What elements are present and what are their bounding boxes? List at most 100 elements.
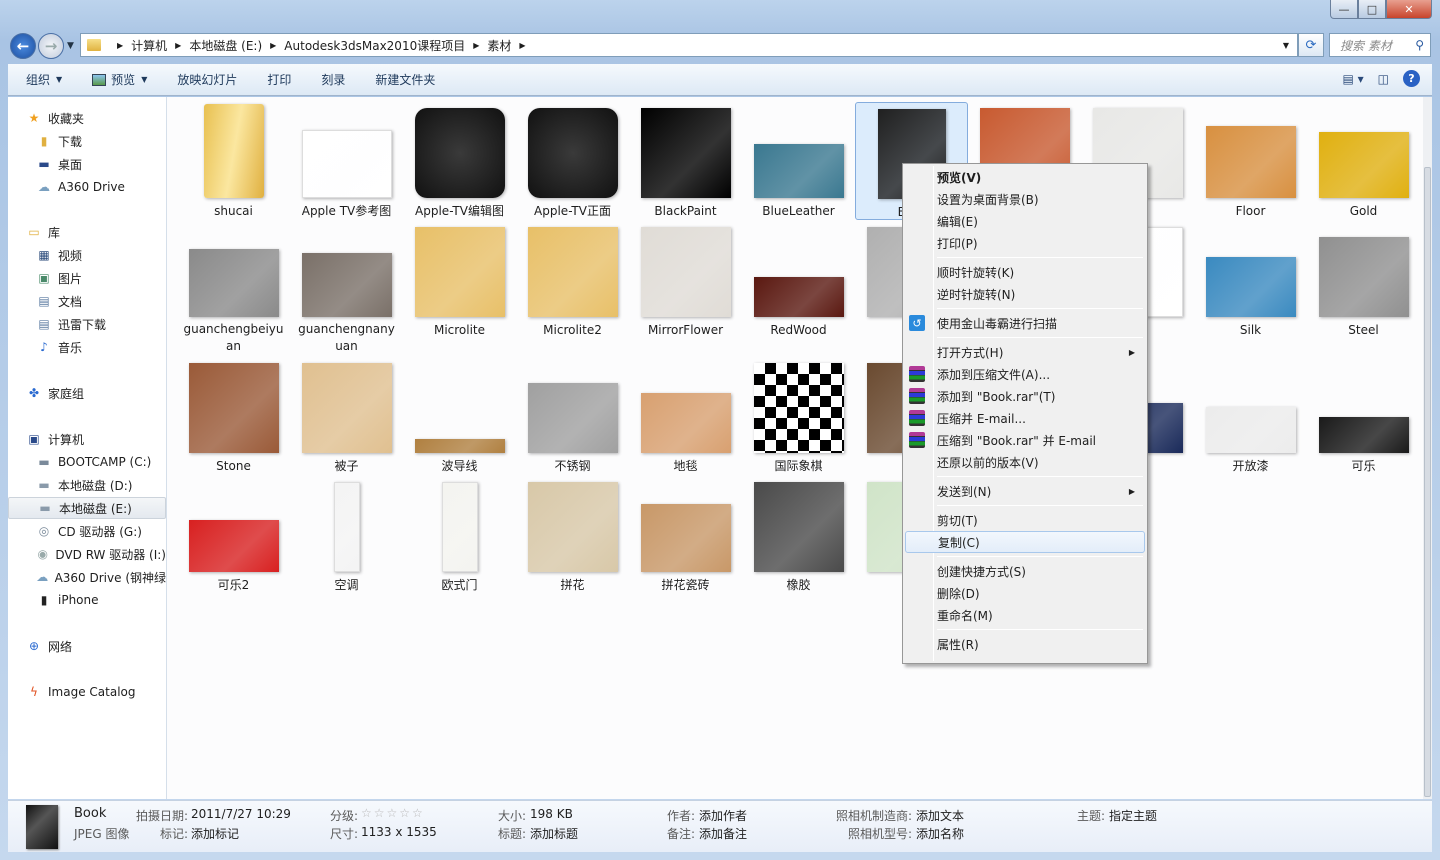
breadcrumb-separator-icon[interactable]: ▶: [270, 41, 276, 50]
view-options-icon[interactable]: ▤ ▾: [1342, 72, 1363, 86]
sidebar-item[interactable]: ♪ 音乐: [8, 336, 166, 358]
maximize-button[interactable]: □: [1358, 0, 1386, 19]
breadcrumb-item[interactable]: Autodesk3dsMax2010课程项目: [284, 37, 465, 54]
context-menu-item[interactable]: 剪切(T): [905, 509, 1145, 531]
file-item[interactable]: 地毯: [629, 357, 742, 475]
sidebar-item[interactable]: ★ 收藏夹: [8, 107, 166, 129]
sidebar-item[interactable]: ▣ 计算机: [8, 428, 166, 450]
scrollbar-thumb[interactable]: [1424, 167, 1431, 797]
sidebar-item[interactable]: ▬ 本地磁盘 (D:): [8, 474, 166, 496]
file-item[interactable]: 国际象棋: [742, 357, 855, 475]
file-item[interactable]: Floor: [1194, 102, 1307, 220]
breadcrumb-separator-icon[interactable]: ▶: [519, 41, 525, 50]
vertical-scrollbar[interactable]: [1423, 97, 1432, 799]
sidebar-item[interactable]: ▤ 迅雷下载: [8, 313, 166, 335]
sidebar-item[interactable]: ϟ Image Catalog: [8, 681, 166, 703]
context-menu-item[interactable]: 设置为桌面背景(B): [905, 188, 1145, 210]
sidebar-item[interactable]: ◉ DVD RW 驱动器 (I:): [8, 543, 166, 565]
file-item[interactable]: 被子: [290, 357, 403, 475]
file-item[interactable]: 橡胶: [742, 476, 855, 594]
file-item[interactable]: 拼花: [516, 476, 629, 594]
file-item[interactable]: 开放漆: [1194, 357, 1307, 475]
context-menu-item[interactable]: 打开方式(H) ▶: [905, 341, 1145, 363]
sidebar-item[interactable]: ▤ 文档: [8, 290, 166, 312]
burn-button[interactable]: 刻录: [321, 71, 345, 88]
file-item[interactable]: Apple-TV正面: [516, 102, 629, 220]
file-item[interactable]: guanchengnanyuan: [290, 221, 403, 353]
preview-pane-icon[interactable]: ◫: [1378, 72, 1389, 86]
organize-button[interactable]: 组织 ▼: [26, 71, 62, 88]
sidebar-item[interactable]: ▭ 库: [8, 221, 166, 243]
breadcrumb-item[interactable]: 计算机: [131, 37, 167, 54]
sidebar-item[interactable]: ◎ CD 驱动器 (G:): [8, 520, 166, 542]
context-menu-item[interactable]: 编辑(E): [905, 210, 1145, 232]
context-menu-item[interactable]: 添加到 "Book.rar"(T): [905, 385, 1145, 407]
context-menu-item[interactable]: 预览(V): [905, 166, 1145, 188]
breadcrumb-separator-icon[interactable]: ▶: [175, 41, 181, 50]
address-bar[interactable]: ▶ 计算机 ▶ 本地磁盘 (E:) ▶ Autodesk3dsMax2010课程项目 ▶ 素材…: [80, 33, 1298, 57]
sidebar-item[interactable]: ⊕ 网络: [8, 635, 166, 657]
preview-button[interactable]: 预览 ▼: [92, 71, 147, 88]
address-dropdown[interactable]: ▼: [1283, 41, 1289, 50]
file-item[interactable]: 拼花瓷砖: [629, 476, 742, 594]
sidebar-item[interactable]: ▮ 下载: [8, 130, 166, 152]
file-item[interactable]: Steel: [1307, 221, 1420, 339]
file-item[interactable]: 可乐: [1307, 357, 1420, 475]
refresh-button[interactable]: ⟳: [1298, 33, 1324, 57]
file-item[interactable]: RedWood: [742, 221, 855, 339]
context-menu-item[interactable]: 压缩并 E-mail...: [905, 407, 1145, 429]
camera-model-value[interactable]: 添加名称: [916, 825, 964, 842]
file-item[interactable]: guanchengbeiyuan: [177, 221, 290, 353]
file-item[interactable]: Silk: [1194, 221, 1307, 339]
help-icon[interactable]: ?: [1403, 70, 1420, 87]
file-item[interactable]: shucai: [177, 102, 290, 220]
file-item[interactable]: 不锈钢: [516, 357, 629, 475]
sidebar-item[interactable]: ▦ 视频: [8, 244, 166, 266]
date-value[interactable]: 2011/7/27 10:29: [191, 807, 291, 821]
file-item[interactable]: 波导线: [403, 357, 516, 475]
breadcrumb-separator-icon[interactable]: ▶: [473, 41, 479, 50]
context-menu-item[interactable]: 添加到压缩文件(A)...: [905, 363, 1145, 385]
sidebar-item[interactable]: ✤ 家庭组: [8, 382, 166, 404]
sidebar-item[interactable]: ☁ A360 Drive (钢神绿: [8, 566, 166, 588]
sidebar-item[interactable]: ▬ BOOTCAMP (C:): [8, 451, 166, 473]
file-item[interactable]: Apple-TV编辑图: [403, 102, 516, 220]
file-item[interactable]: BlackPaint: [629, 102, 742, 220]
sidebar-item[interactable]: ▬ 本地磁盘 (E:): [8, 497, 166, 519]
sidebar-item[interactable]: ▣ 图片: [8, 267, 166, 289]
file-item[interactable]: Gold: [1307, 102, 1420, 220]
context-menu-item[interactable]: 还原以前的版本(V): [905, 451, 1145, 473]
sidebar-item[interactable]: ▮ iPhone: [8, 589, 166, 611]
context-menu-item[interactable]: ↺ 使用金山毒霸进行扫描: [905, 312, 1145, 334]
file-item[interactable]: 欧式门: [403, 476, 516, 594]
breadcrumb-separator-icon[interactable]: ▶: [117, 41, 123, 50]
sidebar-item[interactable]: ▬ 桌面: [8, 153, 166, 175]
print-button[interactable]: 打印: [267, 71, 291, 88]
file-item[interactable]: Stone: [177, 357, 290, 475]
slideshow-button[interactable]: 放映幻灯片: [177, 71, 237, 88]
subject-value[interactable]: 指定主题: [1109, 807, 1157, 824]
rating-stars[interactable]: ☆☆☆☆☆: [361, 806, 425, 820]
back-button[interactable]: ←: [10, 33, 36, 59]
search-input[interactable]: 搜索 素材 ⚲: [1329, 33, 1431, 57]
camera-maker-value[interactable]: 添加文本: [916, 807, 964, 824]
context-menu-item[interactable]: 创建快捷方式(S): [905, 560, 1145, 582]
file-item[interactable]: Microlite2: [516, 221, 629, 339]
sidebar-item[interactable]: ☁ A360 Drive: [8, 176, 166, 198]
recent-pages-dropdown[interactable]: ▼: [67, 41, 74, 51]
new-folder-button[interactable]: 新建文件夹: [375, 71, 435, 88]
forward-button[interactable]: →: [38, 33, 64, 59]
file-item[interactable]: BlueLeather: [742, 102, 855, 220]
tags-value[interactable]: 添加标记: [191, 825, 239, 842]
comments-value[interactable]: 添加备注: [699, 825, 747, 842]
context-menu-item[interactable]: 顺时针旋转(K): [905, 261, 1145, 283]
context-menu-item[interactable]: 压缩到 "Book.rar" 并 E-mail: [905, 429, 1145, 451]
file-item[interactable]: 可乐2: [177, 476, 290, 594]
file-item[interactable]: 空调: [290, 476, 403, 594]
context-menu-item[interactable]: 重命名(M): [905, 604, 1145, 626]
context-menu-item[interactable]: 复制(C): [905, 531, 1145, 553]
context-menu-item[interactable]: 打印(P): [905, 232, 1145, 254]
file-item[interactable]: Microlite: [403, 221, 516, 339]
file-item[interactable]: Apple TV参考图: [290, 102, 403, 220]
title-value[interactable]: 添加标题: [530, 825, 578, 842]
